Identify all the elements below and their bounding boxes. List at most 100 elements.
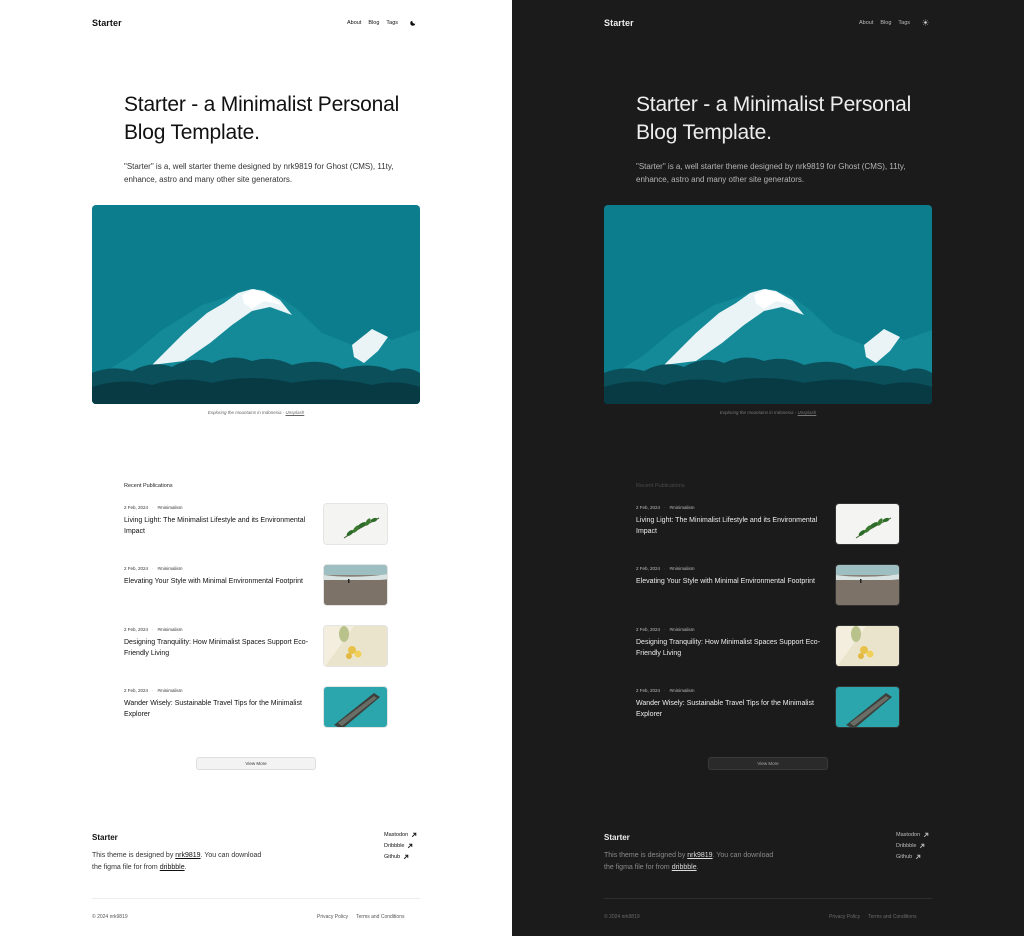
publication-thumbnail-beach[interactable] bbox=[835, 564, 900, 606]
hero-description: "Starter" is a, well starter theme desig… bbox=[636, 162, 906, 184]
publication-item[interactable]: 2 Feb, 2024 · #minimalism Designing Tranqu… bbox=[124, 625, 388, 671]
caption-link[interactable]: Unsplash bbox=[798, 410, 817, 415]
nav-about[interactable]: About bbox=[859, 20, 873, 26]
author-link[interactable]: nrk9819 bbox=[687, 852, 712, 859]
sun-icon[interactable] bbox=[922, 19, 929, 26]
publication-date: 2 Feb, 2024 bbox=[124, 505, 149, 510]
publication-thumbnail-leaf[interactable] bbox=[323, 503, 388, 545]
dribbble-link[interactable]: dribbble bbox=[160, 864, 185, 871]
copyright: © 2024 nrk9819 bbox=[92, 914, 128, 920]
social-links: Mastodon Dribbble Github bbox=[896, 832, 929, 860]
publication-meta: 2 Feb, 2024 · #minimalism bbox=[124, 505, 183, 510]
social-link-dribbble[interactable]: Dribbble bbox=[384, 843, 417, 849]
publication-title[interactable]: Living Light: The Minimalist Lifestyle a… bbox=[636, 515, 826, 537]
publication-title[interactable]: Wander Wisely: Sustainable Travel Tips f… bbox=[636, 698, 826, 720]
publication-tag[interactable]: #minimalism bbox=[158, 505, 183, 510]
social-link-github[interactable]: Github bbox=[384, 854, 417, 860]
dribbble-link[interactable]: dribbble bbox=[672, 864, 697, 871]
author-link[interactable]: nrk9819 bbox=[175, 852, 200, 859]
hero-title: Starter - a Minimalist Personal Blog Tem… bbox=[636, 93, 912, 144]
view-more-button[interactable]: View More bbox=[708, 757, 828, 770]
publication-title[interactable]: Elevating Your Style with Minimal Enviro… bbox=[124, 576, 314, 587]
publication-title[interactable]: Designing Tranquility: How Minimalist Sp… bbox=[636, 637, 826, 659]
publication-item[interactable]: 2 Feb, 2024 · #minimalism Wander Wisely: S… bbox=[124, 686, 388, 732]
view-more-button[interactable]: View More bbox=[196, 757, 316, 770]
social-label: Mastodon bbox=[384, 832, 409, 838]
arrow-up-right-icon bbox=[920, 843, 925, 849]
social-link-dribbble[interactable]: Dribbble bbox=[896, 843, 929, 849]
publication-date: 2 Feb, 2024 bbox=[124, 566, 149, 571]
arrow-up-right-icon bbox=[408, 843, 413, 849]
nav-tags[interactable]: Tags bbox=[386, 20, 398, 26]
publication-item[interactable]: 2 Feb, 2024 · #minimalism Elevating Your S… bbox=[636, 564, 900, 610]
publication-item[interactable]: 2 Feb, 2024 · #minimalism Living Light: Th… bbox=[124, 503, 388, 549]
main-nav: About Blog Tags bbox=[859, 19, 929, 26]
nav-about[interactable]: About bbox=[347, 20, 361, 26]
social-label: Dribbble bbox=[384, 843, 405, 849]
terms-link[interactable]: Terms and Conditions bbox=[868, 914, 916, 920]
arrow-up-right-icon bbox=[404, 854, 409, 860]
publication-meta: 2 Feb, 2024 · #minimalism bbox=[636, 505, 695, 510]
footer-divider bbox=[604, 898, 932, 899]
legal-links: Privacy Policy Terms and Conditions bbox=[317, 914, 404, 920]
publication-thumbnail-boat[interactable] bbox=[835, 686, 900, 728]
arrow-up-right-icon bbox=[916, 854, 921, 860]
publication-title[interactable]: Wander Wisely: Sustainable Travel Tips f… bbox=[124, 698, 314, 720]
caption-link[interactable]: Unsplash bbox=[286, 410, 305, 415]
footer-brand[interactable]: Starter bbox=[92, 833, 118, 842]
nav-tags[interactable]: Tags bbox=[898, 20, 910, 26]
footer-brand[interactable]: Starter bbox=[604, 833, 630, 842]
recent-publications-heading: Recent Publications bbox=[636, 483, 685, 489]
arrow-up-right-icon bbox=[924, 832, 929, 838]
publication-tag[interactable]: #minimalism bbox=[670, 505, 695, 510]
nav-blog[interactable]: Blog bbox=[368, 20, 379, 26]
social-links: Mastodon Dribbble Github bbox=[384, 832, 417, 860]
footer-desc-prefix: This theme is designed by bbox=[604, 852, 688, 859]
arrow-up-right-icon bbox=[412, 832, 417, 838]
privacy-policy-link[interactable]: Privacy Policy bbox=[829, 914, 860, 920]
publication-item[interactable]: 2 Feb, 2024 · #minimalism Elevating Your S… bbox=[124, 564, 388, 610]
publication-tag[interactable]: #minimalism bbox=[670, 566, 695, 571]
publication-item[interactable]: 2 Feb, 2024 · #minimalism Wander Wisely: S… bbox=[636, 686, 900, 732]
light-theme-preview: Starter About Blog Tags Starter - a Mini… bbox=[0, 0, 512, 936]
publication-tag[interactable]: #minimalism bbox=[158, 688, 183, 693]
publication-thumbnail-flower[interactable] bbox=[835, 625, 900, 667]
site-brand[interactable]: Starter bbox=[92, 18, 122, 28]
hero-caption: Exploring the mountains in Indonesia - U… bbox=[92, 410, 420, 415]
publication-date: 2 Feb, 2024 bbox=[124, 627, 149, 632]
publication-thumbnail-beach[interactable] bbox=[323, 564, 388, 606]
publication-thumbnail-boat[interactable] bbox=[323, 686, 388, 728]
publication-date: 2 Feb, 2024 bbox=[636, 566, 661, 571]
social-label: Mastodon bbox=[896, 832, 921, 838]
publication-tag[interactable]: #minimalism bbox=[158, 627, 183, 632]
legal-links: Privacy Policy Terms and Conditions bbox=[829, 914, 916, 920]
social-link-mastodon[interactable]: Mastodon bbox=[896, 832, 929, 838]
publication-meta: 2 Feb, 2024 · #minimalism bbox=[636, 566, 695, 571]
publication-tag[interactable]: #minimalism bbox=[158, 566, 183, 571]
footer-desc-prefix: This theme is designed by bbox=[92, 852, 176, 859]
publication-title[interactable]: Elevating Your Style with Minimal Enviro… bbox=[636, 576, 826, 587]
publication-item[interactable]: 2 Feb, 2024 · #minimalism Living Light: Th… bbox=[636, 503, 900, 549]
hero-mountain-image bbox=[604, 205, 932, 404]
main-nav: About Blog Tags bbox=[347, 19, 417, 26]
publication-thumbnail-leaf[interactable] bbox=[835, 503, 900, 545]
publication-title[interactable]: Designing Tranquility: How Minimalist Sp… bbox=[124, 637, 314, 659]
caption-text: Exploring the mountains in Indonesia - bbox=[719, 410, 798, 415]
footer-description: This theme is designed by nrk9819. You c… bbox=[92, 850, 262, 874]
social-link-github[interactable]: Github bbox=[896, 854, 929, 860]
nav-blog[interactable]: Blog bbox=[880, 20, 891, 26]
publication-tag[interactable]: #minimalism bbox=[670, 627, 695, 632]
publication-tag[interactable]: #minimalism bbox=[670, 688, 695, 693]
hero-description: "Starter" is a, well starter theme desig… bbox=[124, 162, 394, 184]
publication-thumbnail-flower[interactable] bbox=[323, 625, 388, 667]
publication-date: 2 Feb, 2024 bbox=[124, 688, 149, 693]
site-brand[interactable]: Starter bbox=[604, 18, 634, 28]
privacy-policy-link[interactable]: Privacy Policy bbox=[317, 914, 348, 920]
hero-title: Starter - a Minimalist Personal Blog Tem… bbox=[124, 93, 400, 144]
social-link-mastodon[interactable]: Mastodon bbox=[384, 832, 417, 838]
social-label: Dribbble bbox=[896, 843, 917, 849]
terms-link[interactable]: Terms and Conditions bbox=[356, 914, 404, 920]
publication-title[interactable]: Living Light: The Minimalist Lifestyle a… bbox=[124, 515, 314, 537]
moon-icon[interactable] bbox=[410, 19, 417, 26]
publication-item[interactable]: 2 Feb, 2024 · #minimalism Designing Tranqu… bbox=[636, 625, 900, 671]
